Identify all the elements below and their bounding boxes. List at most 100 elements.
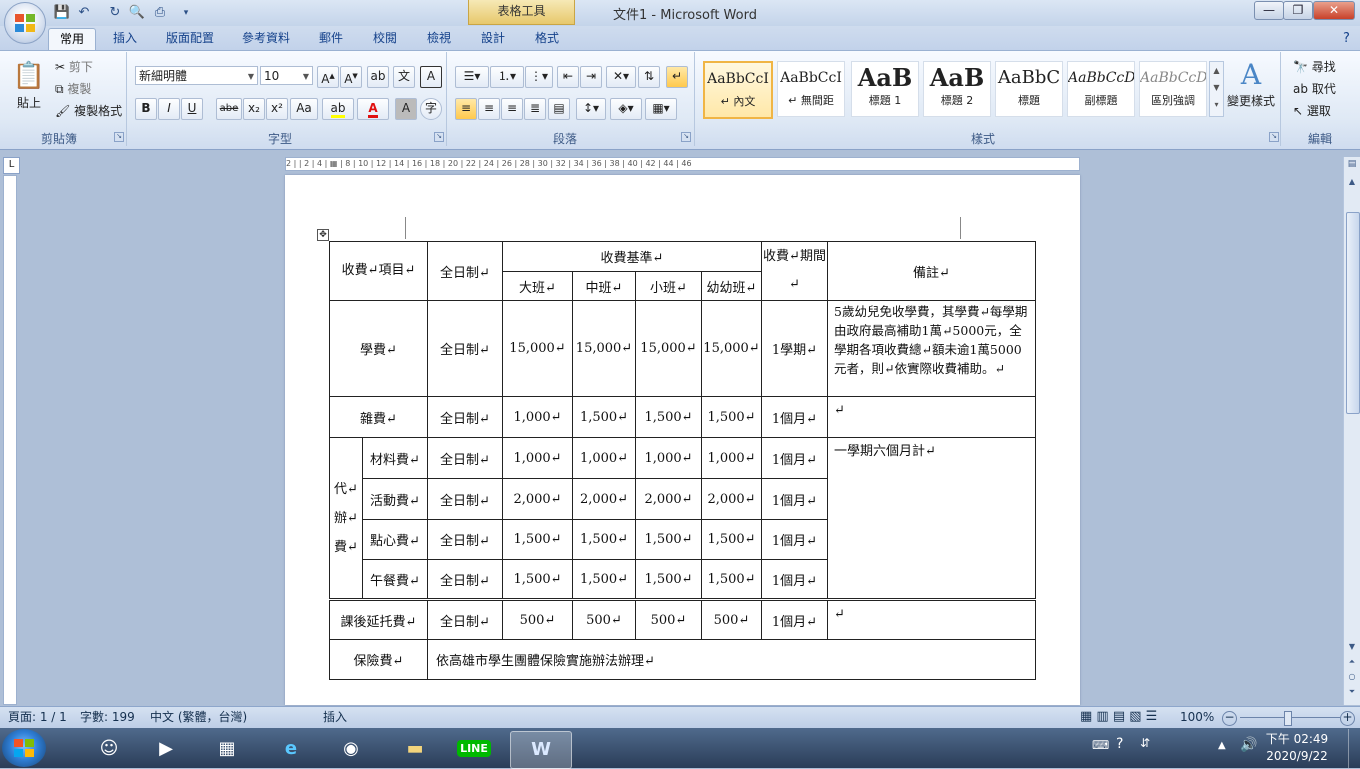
print-icon[interactable]: ⎙: [150, 4, 170, 22]
style-title[interactable]: AaBbC 標題: [995, 61, 1063, 117]
asian-layout-icon[interactable]: ✕▾: [606, 66, 636, 88]
shading-icon[interactable]: ◈▾: [610, 98, 642, 120]
line-spacing-icon[interactable]: ↕▾: [576, 98, 606, 120]
minimize-button[interactable]: —: [1254, 1, 1284, 20]
vertical-scrollbar[interactable]: ▤ ▲ ▼ ⏶ ○ ⏷: [1343, 157, 1360, 705]
style-subtitle[interactable]: AaBbCcD 副標題: [1067, 61, 1135, 117]
maximize-button[interactable]: ❐: [1283, 1, 1313, 20]
tray-ime-icon[interactable]: ⇵: [1140, 736, 1150, 750]
vertical-ruler[interactable]: [3, 175, 17, 705]
style-normal[interactable]: AaBbCcI ↵ 內文: [703, 61, 773, 119]
tab-design[interactable]: 設計: [471, 28, 515, 50]
status-words[interactable]: 字數: 199: [80, 707, 135, 728]
bullets-icon[interactable]: ☰▾: [455, 66, 489, 88]
table-move-handle-icon[interactable]: ✥: [317, 229, 329, 241]
style-heading-2[interactable]: AaB 標題 2: [923, 61, 991, 117]
taskbar-word-icon[interactable]: W: [510, 731, 572, 769]
tab-mailings[interactable]: 郵件: [309, 28, 353, 50]
taskbar-ie-icon[interactable]: e: [262, 731, 320, 767]
format-painter-button[interactable]: 🖌 複製格式: [55, 102, 122, 119]
tray-help-icon[interactable]: ?: [1116, 736, 1123, 752]
tab-home[interactable]: 常用: [48, 28, 96, 51]
taskbar-media-player-icon[interactable]: ▶: [137, 731, 195, 767]
clipboard-launcher-icon[interactable]: ↘: [114, 132, 124, 142]
align-left-icon[interactable]: ≡: [455, 98, 477, 120]
scroll-down-icon[interactable]: ▼: [1346, 642, 1358, 654]
office-button[interactable]: [4, 2, 46, 44]
view-buttons-icon[interactable]: ▦ ▥ ▤ ▧ ☰: [1080, 710, 1157, 724]
grow-font-icon[interactable]: A▲: [317, 66, 339, 88]
taskbar-explorer-icon[interactable]: ▬: [386, 731, 444, 767]
borders-icon[interactable]: ▦▾: [645, 98, 677, 120]
show-marks-icon[interactable]: ↵: [666, 66, 688, 88]
status-language[interactable]: 中文 (繁體，台灣): [150, 707, 247, 728]
strikethrough-button[interactable]: abe: [216, 98, 242, 120]
styles-scroll[interactable]: ▲ ▼ ▾: [1209, 61, 1224, 117]
char-shading-icon[interactable]: A: [395, 98, 417, 120]
decrease-indent-icon[interactable]: ⇤: [557, 66, 579, 88]
paste-button[interactable]: 📋 貼上: [11, 58, 47, 122]
replace-button[interactable]: ab 取代: [1293, 80, 1336, 97]
help-icon[interactable]: ?: [1343, 31, 1350, 46]
shrink-font-icon[interactable]: A▼: [340, 66, 362, 88]
show-desktop-button[interactable]: [1348, 729, 1360, 768]
start-button[interactable]: [2, 729, 46, 767]
char-border-icon[interactable]: A: [420, 66, 442, 88]
tab-selector-icon[interactable]: L: [3, 157, 20, 174]
multilevel-list-icon[interactable]: ⋮▾: [525, 66, 553, 88]
status-insert-mode[interactable]: 插入: [323, 707, 347, 728]
justify-icon[interactable]: ≣: [524, 98, 546, 120]
undo-icon[interactable]: ↶: [74, 4, 94, 22]
style-no-spacing[interactable]: AaBbCcI ↵ 無間距: [777, 61, 845, 117]
sort-icon[interactable]: ⇅: [638, 66, 660, 88]
tab-insert[interactable]: 插入: [103, 28, 147, 50]
copy-button[interactable]: ⧉ 複製: [55, 80, 91, 97]
enclose-char-icon[interactable]: 字: [420, 98, 442, 120]
close-button[interactable]: ✕: [1313, 1, 1355, 20]
tab-page-layout[interactable]: 版面配置: [157, 28, 223, 50]
font-size-combo[interactable]: 10 ▼: [260, 66, 313, 85]
prev-page-icon[interactable]: ⏶: [1346, 657, 1358, 669]
zoom-in-icon[interactable]: +: [1340, 711, 1355, 726]
qat-customize-icon[interactable]: ▾: [176, 4, 196, 22]
save-icon[interactable]: 💾: [52, 4, 72, 22]
align-center-icon[interactable]: ≡: [478, 98, 500, 120]
clear-format-icon[interactable]: ab: [367, 66, 389, 88]
change-styles-button[interactable]: A 變更樣式: [1226, 58, 1276, 124]
print-preview-icon[interactable]: 🔍: [127, 4, 147, 22]
fee-table[interactable]: 收費↵項目↵ 全日制↵ 收費基準↵ 收費↵期間↵ 備註↵ 大班↵ 中班↵ 小班↵…: [329, 241, 1036, 680]
find-button[interactable]: 🔭 尋找: [1293, 58, 1336, 75]
tab-format[interactable]: 格式: [525, 28, 569, 50]
taskbar-assistant-icon[interactable]: ☺: [80, 731, 138, 767]
distributed-icon[interactable]: ▤: [548, 98, 570, 120]
highlight-icon[interactable]: ab: [322, 98, 354, 120]
next-page-icon[interactable]: ⏷: [1346, 687, 1358, 699]
underline-button[interactable]: U: [181, 98, 203, 120]
taskbar-line-icon[interactable]: LINE: [445, 731, 503, 767]
horizontal-ruler[interactable]: 2 | | 2 | 4 | ▦ | 8 | 10 | 12 | 14 | 16 …: [285, 157, 1080, 171]
superscript-button[interactable]: x²: [266, 98, 288, 120]
change-case-button[interactable]: Aa: [290, 98, 318, 120]
tray-keyboard-icon[interactable]: ⌨: [1092, 738, 1109, 752]
styles-launcher-icon[interactable]: ↘: [1269, 132, 1279, 142]
increase-indent-icon[interactable]: ⇥: [580, 66, 602, 88]
tray-expand-icon[interactable]: ▲: [1218, 740, 1226, 751]
zoom-slider-thumb[interactable]: [1284, 711, 1292, 726]
tray-volume-icon[interactable]: 🔊: [1240, 737, 1257, 753]
align-right-icon[interactable]: ≡: [501, 98, 523, 120]
phonetic-guide-icon[interactable]: 文: [393, 66, 415, 88]
zoom-out-icon[interactable]: −: [1222, 711, 1237, 726]
scroll-up-icon[interactable]: ▲: [1346, 177, 1358, 189]
taskbar-calculator-icon[interactable]: ▦: [198, 731, 256, 767]
tab-review[interactable]: 校閱: [363, 28, 407, 50]
paragraph-launcher-icon[interactable]: ↘: [681, 132, 691, 142]
numbering-icon[interactable]: ⒈▾: [490, 66, 524, 88]
font-name-combo[interactable]: 新細明體 ▼: [135, 66, 258, 85]
redo-icon[interactable]: ↻: [105, 4, 125, 22]
taskbar-clock[interactable]: 下午 02:49 2020/9/22: [1262, 731, 1332, 767]
tab-references[interactable]: 參考資料: [233, 28, 299, 50]
subscript-button[interactable]: x₂: [243, 98, 265, 120]
taskbar-chrome-icon[interactable]: ◉: [322, 731, 380, 767]
tab-view[interactable]: 檢視: [417, 28, 461, 50]
font-launcher-icon[interactable]: ↘: [434, 132, 444, 142]
